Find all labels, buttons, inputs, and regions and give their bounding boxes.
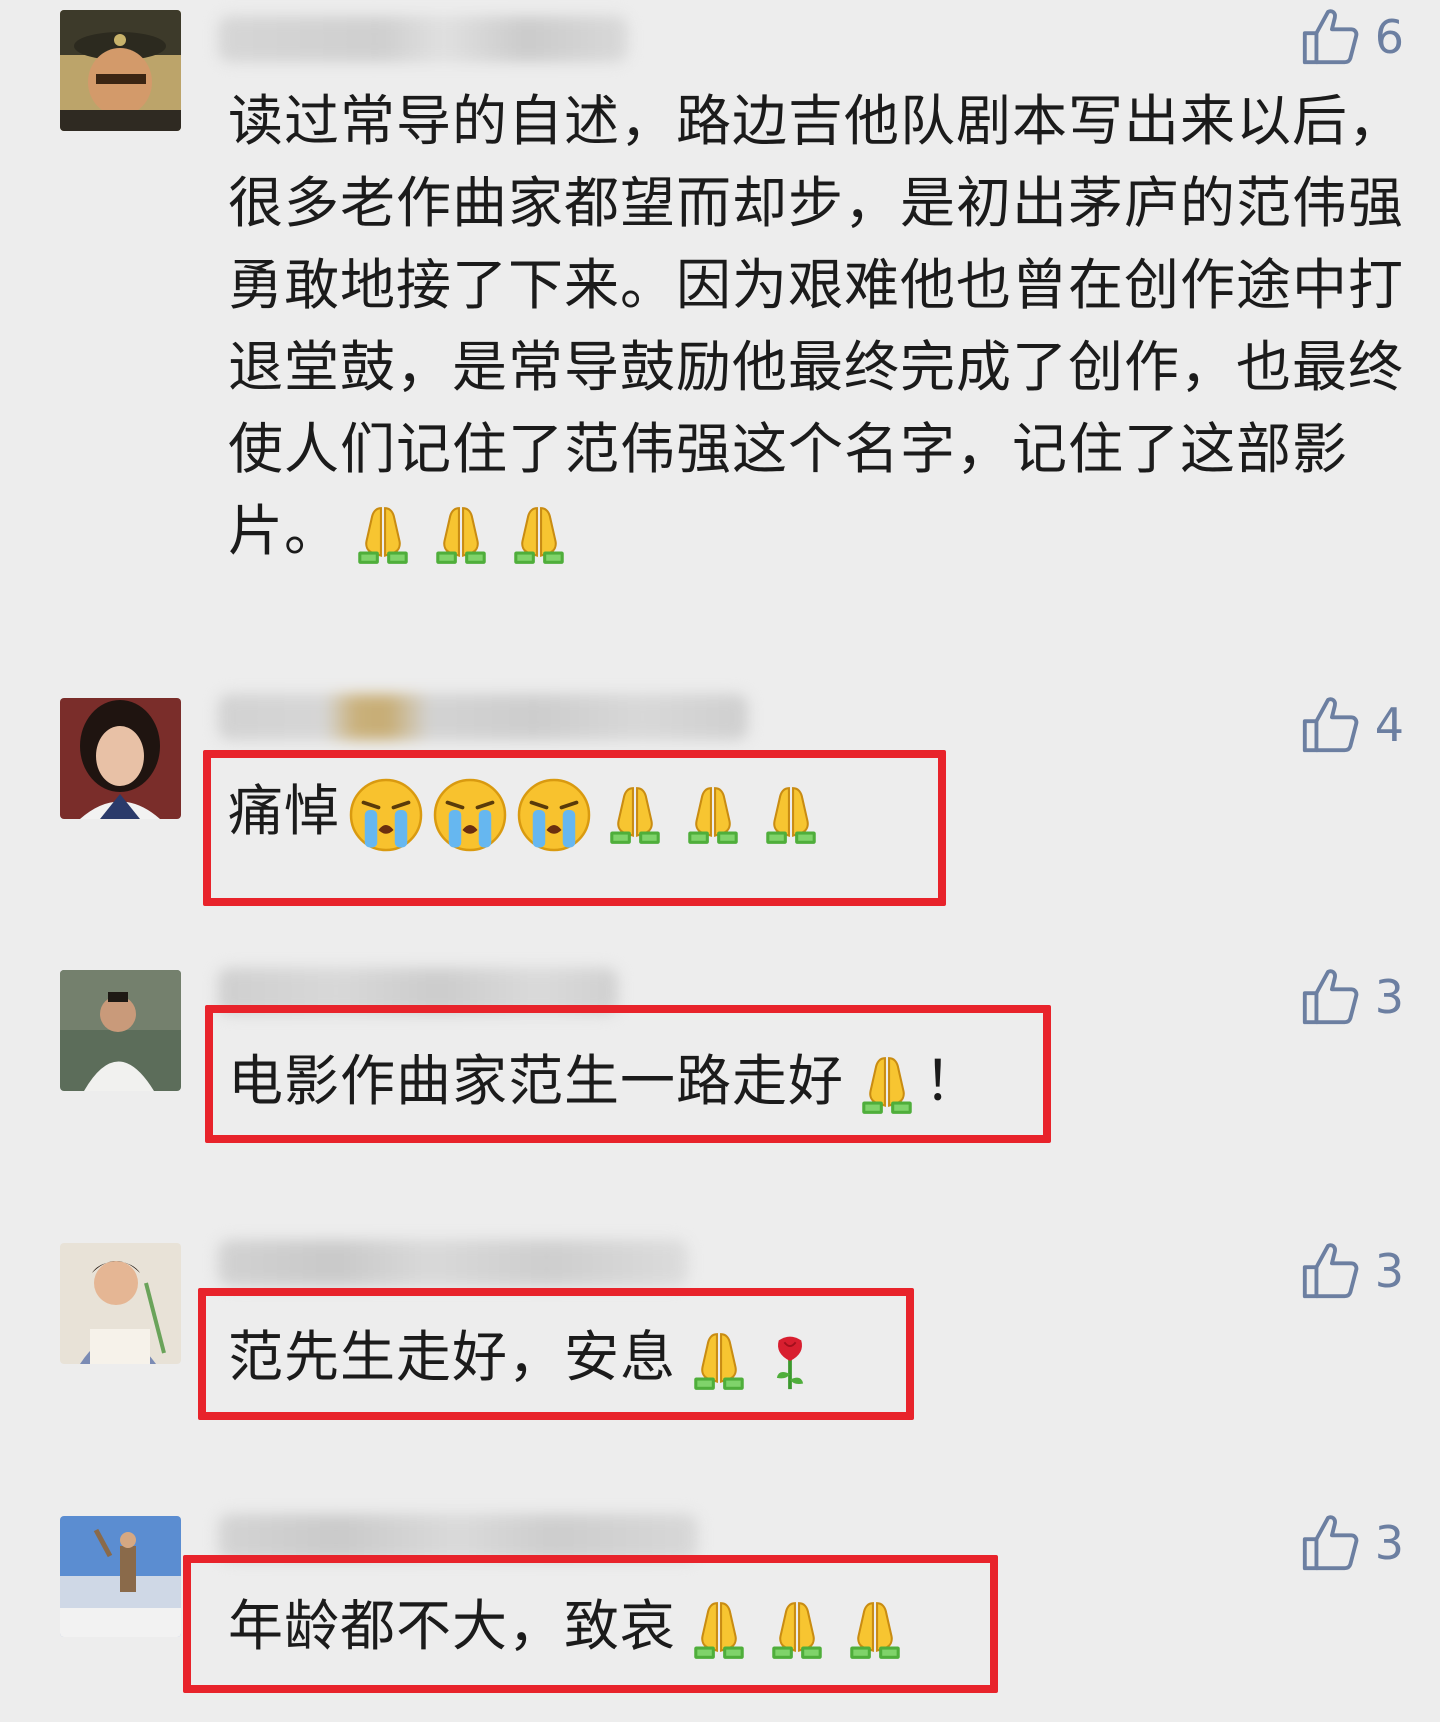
like-count: 3 <box>1374 1244 1404 1298</box>
like-button[interactable]: 3 <box>1299 1236 1404 1306</box>
thumbs-up-icon <box>1299 6 1361 68</box>
like-button[interactable]: 4 <box>1299 690 1404 760</box>
username-blurred[interactable] <box>218 16 628 62</box>
like-count: 4 <box>1374 698 1404 752</box>
red-highlight-box <box>205 1005 1051 1143</box>
red-highlight-box <box>203 750 946 906</box>
thumbs-up-icon <box>1299 1240 1361 1302</box>
pray-emoji <box>424 502 498 568</box>
avatar[interactable] <box>60 698 181 819</box>
thumbs-up-icon <box>1299 1512 1361 1574</box>
red-highlight-box <box>183 1555 998 1693</box>
like-button[interactable]: 3 <box>1299 962 1404 1032</box>
pray-emoji <box>346 502 420 568</box>
like-button[interactable]: 6 <box>1299 2 1404 72</box>
like-button[interactable]: 3 <box>1299 1508 1404 1578</box>
thumbs-up-icon <box>1299 694 1361 756</box>
username-blurred[interactable] <box>218 1514 698 1560</box>
avatar[interactable] <box>60 1243 181 1364</box>
red-highlight-box <box>198 1288 914 1420</box>
comment-body: 读过常导的自述，路边吉他队剧本写出来以后，很多老作曲家都望而却步，是初出茅庐的范… <box>228 89 1405 563</box>
pray-emoji <box>502 502 576 568</box>
avatar[interactable] <box>60 1516 181 1637</box>
comment-text: 读过常导的自述，路边吉他队剧本写出来以后，很多老作曲家都望而却步，是初出茅庐的范… <box>228 80 1408 572</box>
avatar[interactable] <box>60 10 181 131</box>
like-count: 3 <box>1374 1516 1404 1570</box>
username-blurred[interactable] <box>218 694 748 740</box>
username-blurred[interactable] <box>218 1240 688 1286</box>
like-count: 3 <box>1374 970 1404 1024</box>
avatar[interactable] <box>60 970 181 1091</box>
emoji-group <box>346 502 576 568</box>
like-count: 6 <box>1374 10 1404 64</box>
thumbs-up-icon <box>1299 966 1361 1028</box>
